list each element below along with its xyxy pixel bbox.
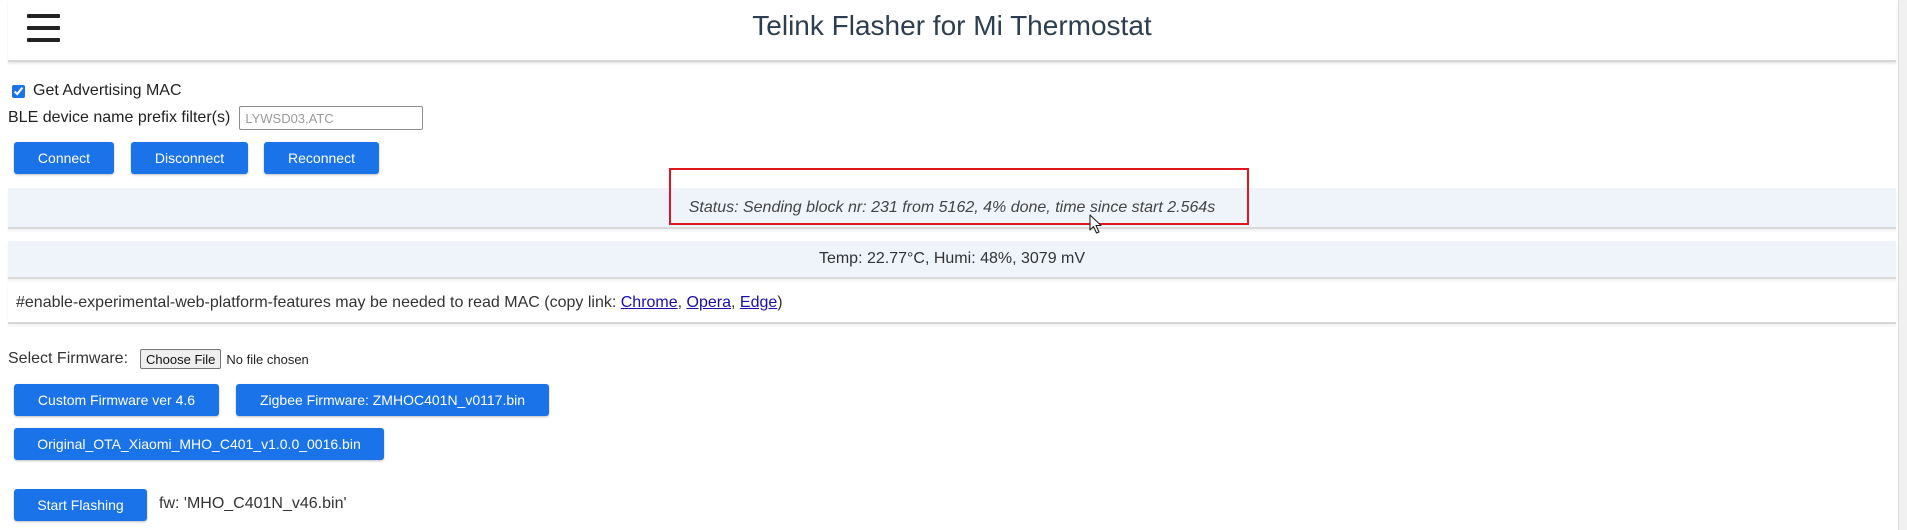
status-highlight-box (669, 168, 1249, 225)
sensor-panel: Temp: 22.77°C, Humi: 48%, 3079 mV (8, 241, 1896, 279)
flags-notice: #enable-experimental-web-platform-featur… (8, 281, 1896, 324)
name-filter-label: BLE device name prefix filter(s) (8, 109, 231, 126)
mouse-pointer-icon (1089, 214, 1102, 234)
sensor-readout: Temp: 22.77°C, Humi: 48%, 3079 mV (818, 250, 1086, 267)
reconnect-button[interactable]: Reconnect (264, 142, 379, 174)
vertical-scrollbar[interactable] (1898, 0, 1907, 530)
start-flashing-button[interactable]: Start Flashing (14, 489, 147, 521)
name-filter-input[interactable] (239, 106, 424, 130)
choose-file-button[interactable]: Choose File (140, 349, 222, 369)
current-firmware-label: fw: 'MHO_C401N_v46.bin' (159, 495, 347, 512)
chrome-link[interactable]: Chrome (621, 294, 678, 311)
link-separator: , (677, 294, 687, 311)
select-firmware-label: Select Firmware: (8, 350, 129, 367)
advertising-mac-label: Get Advertising MAC (33, 82, 182, 99)
disconnect-button[interactable]: Disconnect (131, 142, 248, 174)
advertising-mac-option[interactable]: Get Advertising MAC (12, 82, 182, 100)
page-title: Telink Flasher for Mi Thermostat (752, 10, 1152, 41)
file-status: No file chosen (226, 351, 309, 367)
telink-flasher-page: Telink Flasher for Mi Thermostat Get Adv… (0, 0, 1907, 530)
original-firmware-button[interactable]: Original_OTA_Xiaomi_MHO_C401_v1.0.0_0016… (14, 428, 384, 460)
link-separator: , (731, 294, 740, 311)
custom-firmware-button[interactable]: Custom Firmware ver 4.6 (14, 384, 219, 416)
select-firmware-row: Select Firmware: Choose File No file cho… (8, 349, 309, 369)
opera-link[interactable]: Opera (687, 294, 731, 311)
flags-notice-suffix: ) (777, 294, 783, 311)
name-filter-row: BLE device name prefix filter(s) (8, 106, 424, 130)
header-bar: Telink Flasher for Mi Thermostat (8, 0, 1896, 62)
connect-button[interactable]: Connect (14, 142, 114, 174)
flags-notice-text: #enable-experimental-web-platform-featur… (16, 294, 621, 311)
zigbee-firmware-button[interactable]: Zigbee Firmware: ZMHOC401N_v0117.bin (236, 384, 549, 416)
advertising-mac-checkbox[interactable] (12, 84, 25, 98)
edge-link[interactable]: Edge (740, 294, 777, 311)
